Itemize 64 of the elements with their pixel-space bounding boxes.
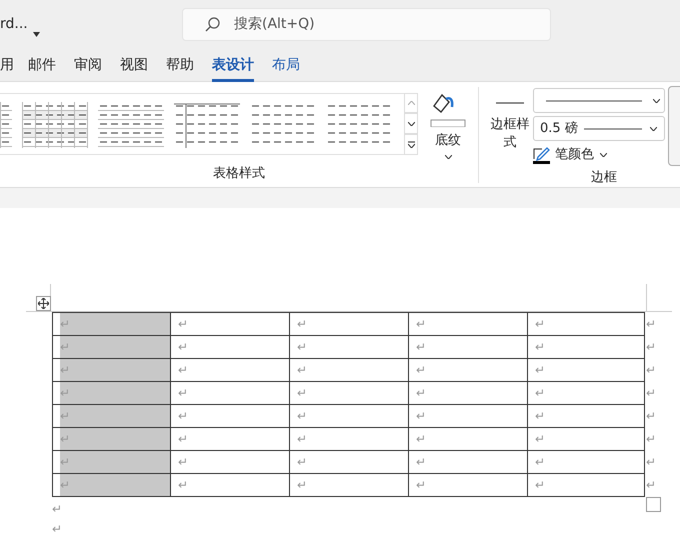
scroll-down-button[interactable] — [404, 113, 418, 134]
search-field[interactable]: 搜索(Alt+Q) — [182, 8, 551, 41]
paragraph-mark: ↵ — [52, 521, 62, 538]
line-icon — [546, 100, 642, 102]
table-cell[interactable]: ↵ — [527, 451, 645, 473]
paragraph-mark: ↵ — [52, 501, 62, 518]
document-name[interactable]: rd... — [0, 14, 28, 35]
chevron-up-icon — [408, 101, 414, 105]
search-icon — [205, 17, 220, 32]
pen-icon — [533, 146, 551, 164]
pen-color-button[interactable]: 笔颜色 — [533, 144, 665, 166]
row-end-mark: ↵ — [646, 362, 656, 379]
table-cell[interactable]: ↵ — [52, 359, 170, 381]
ribbon-tab[interactable]: 邮件 — [28, 55, 56, 82]
table-cell[interactable]: ↵ — [52, 382, 170, 404]
row-end-mark: ↵ — [646, 477, 656, 494]
table-cell[interactable]: ↵ — [52, 405, 170, 427]
table-resize-handle[interactable] — [646, 497, 661, 512]
line-weight-dropdown[interactable]: 0.5 磅 — [533, 116, 665, 141]
table-move-handle[interactable] — [36, 296, 51, 311]
ribbon-tab[interactable]: 用 — [0, 55, 14, 82]
group-label: 表格样式 — [213, 165, 265, 183]
table-cell[interactable]: ↵ — [527, 405, 645, 427]
row-end-mark: ↵ — [646, 408, 656, 425]
table-style-thumbnail[interactable] — [174, 102, 240, 148]
ribbon-tab[interactable]: 视图 — [120, 55, 148, 82]
table-cell[interactable]: ↵ — [527, 336, 645, 358]
table-cell[interactable]: ↵ — [527, 359, 645, 381]
border-styles-button[interactable]: 边框样式 — [487, 88, 533, 166]
caret-icon[interactable] — [33, 32, 40, 37]
ribbon-tab[interactable]: 布局 — [272, 55, 300, 82]
table-style-thumbnail[interactable] — [22, 102, 88, 148]
more-button[interactable] — [404, 134, 418, 155]
row-end-mark: ↵ — [646, 431, 656, 448]
expand-gallery-icon — [408, 141, 414, 148]
move-icon — [38, 298, 49, 309]
table-cell[interactable]: ↵ — [527, 313, 645, 335]
chevron-down-icon — [444, 154, 452, 158]
chevron-down-icon — [650, 126, 657, 130]
line-icon — [584, 128, 642, 130]
line-icon — [496, 102, 524, 104]
chevron-down-icon — [653, 98, 660, 102]
line-style-dropdown[interactable] — [533, 88, 665, 113]
table-cell[interactable]: ↵ — [52, 428, 170, 450]
table-cell[interactable]: ↵ — [52, 313, 170, 335]
search-input[interactable]: 搜索(Alt+Q) — [234, 14, 484, 35]
ribbon-tab[interactable]: 帮助 — [166, 55, 194, 82]
table-style-thumbnail[interactable] — [0, 102, 12, 148]
row-end-mark: ↵ — [646, 385, 656, 402]
row-end-mark: ↵ — [646, 316, 656, 333]
table-cell[interactable]: ↵ — [52, 336, 170, 358]
row-end-mark: ↵ — [646, 454, 656, 471]
ribbon-tab[interactable]: 审阅 — [74, 55, 102, 82]
table-cell[interactable]: ↵ — [52, 451, 170, 473]
table-cell[interactable]: ↵ — [527, 474, 645, 496]
chevron-down-icon — [408, 122, 414, 126]
group-label: 边框 — [591, 169, 618, 187]
row-end-mark: ↵ — [646, 339, 656, 356]
table-cell[interactable]: ↵ — [527, 428, 645, 450]
table-cell[interactable]: ↵ — [52, 474, 170, 496]
shading-button[interactable]: 底纹 — [428, 93, 468, 160]
chevron-down-icon — [600, 153, 607, 157]
paint-bucket-icon — [430, 93, 466, 127]
table-cell[interactable]: ↵ — [527, 382, 645, 404]
